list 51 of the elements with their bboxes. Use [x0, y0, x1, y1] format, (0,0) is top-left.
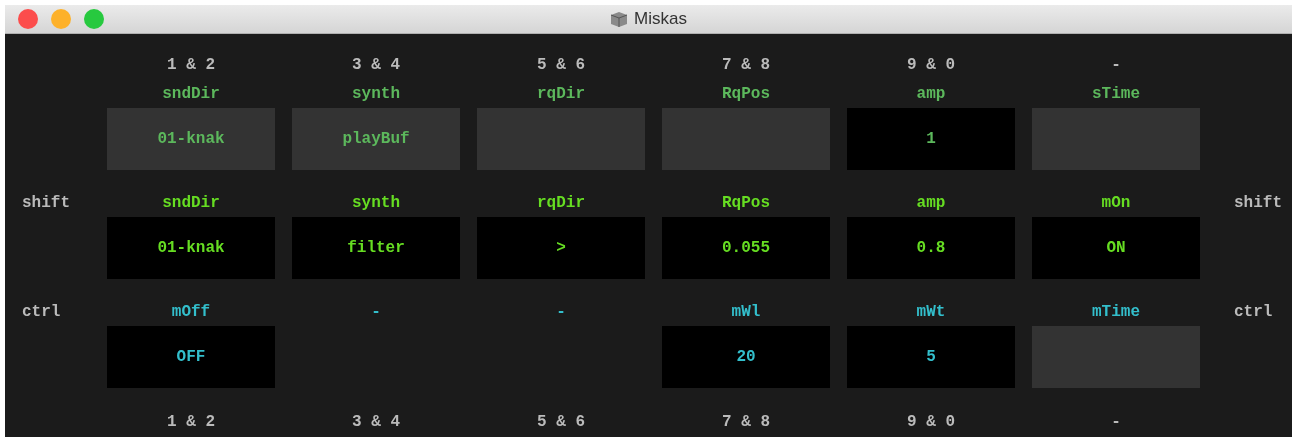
parameter-label: mOff — [171, 302, 211, 323]
parameter-label: mOn — [1101, 193, 1131, 214]
parameter-label: amp — [916, 84, 946, 105]
value-display: 0.055 — [662, 217, 830, 279]
close-button[interactable] — [18, 9, 38, 29]
value-display: OFF — [107, 326, 275, 388]
parameter-label: RqPos — [722, 193, 770, 214]
key-label: 1 & 2 — [167, 55, 215, 76]
parameter-label: rqDir — [537, 84, 585, 105]
parameter-label: rqDir — [537, 193, 585, 214]
parameter-label: sTime — [1092, 84, 1140, 105]
key-label: 7 & 8 — [722, 412, 770, 433]
app-icon — [610, 11, 629, 27]
parameter-label: sndDir — [162, 84, 220, 105]
value-display: 0.8 — [847, 217, 1015, 279]
modifier-label: ctrl — [22, 302, 61, 323]
value-display: playBuf — [292, 108, 460, 170]
key-label: 9 & 0 — [907, 55, 955, 76]
value-display: 5 — [847, 326, 1015, 388]
key-label: 7 & 8 — [722, 55, 770, 76]
value-display: 1 — [847, 108, 1015, 170]
zoom-button[interactable] — [84, 9, 104, 29]
parameter-label: synth — [352, 193, 400, 214]
parameter-label: mWl — [731, 302, 761, 323]
key-label: 3 & 4 — [352, 55, 400, 76]
modifier-label: ctrl — [1234, 302, 1273, 323]
parameter-label: synth — [352, 84, 400, 105]
key-label: 5 & 6 — [537, 55, 585, 76]
key-label: 5 & 6 — [537, 412, 585, 433]
parameter-label: - — [556, 302, 566, 323]
parameter-label: mWt — [916, 302, 946, 323]
modifier-label: shift — [1234, 193, 1282, 214]
key-label: 9 & 0 — [907, 412, 955, 433]
parameter-label: sndDir — [162, 193, 220, 214]
parameter-label: amp — [916, 193, 946, 214]
key-label: 3 & 4 — [352, 412, 400, 433]
value-display: 01-knak — [107, 217, 275, 279]
key-label: - — [1111, 55, 1121, 76]
key-label: 1 & 2 — [167, 412, 215, 433]
value-display: ON — [1032, 217, 1200, 279]
parameter-label: - — [371, 302, 381, 323]
parameter-label: RqPos — [722, 84, 770, 105]
parameter-label: mTime — [1092, 302, 1140, 323]
value-display: > — [477, 217, 645, 279]
modifier-label: shift — [22, 193, 70, 214]
value-display: 20 — [662, 326, 830, 388]
minimize-button[interactable] — [51, 9, 71, 29]
key-label: - — [1111, 412, 1121, 433]
value-display: filter — [292, 217, 460, 279]
value-display: 01-knak — [107, 108, 275, 170]
window-title: Miskas — [634, 8, 687, 31]
